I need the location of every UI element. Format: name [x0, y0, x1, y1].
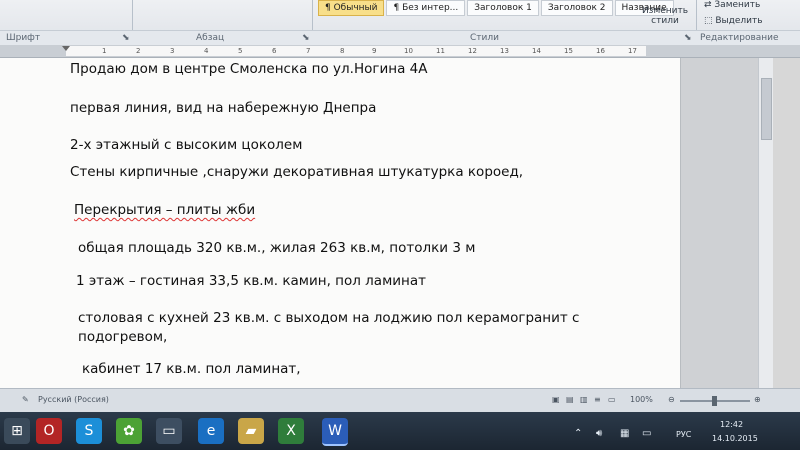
change-styles-label: Изменить стили: [641, 6, 689, 26]
style-heading-2[interactable]: Заголовок 2: [540, 0, 613, 16]
ruler-tick: 8: [340, 47, 345, 55]
file-explorer-icon[interactable]: ▰: [238, 418, 264, 444]
opera-browser-icon[interactable]: O: [36, 418, 62, 444]
style-no-spacing[interactable]: ¶ Без интер...: [386, 0, 466, 16]
volume-icon[interactable]: 🔊︎: [596, 428, 602, 439]
spellcheck-icon[interactable]: ✎: [22, 395, 29, 404]
word-icon[interactable]: W: [322, 418, 348, 446]
ruler-text-area: 1 2 3 4 5 6 7 8 9 10 11 12 13 14 15 16 1…: [62, 46, 646, 56]
replace-label: Заменить: [714, 0, 761, 10]
group-paragraph-label: Абзац: [196, 33, 225, 43]
doc-line: первая линия, вид на набережную Днепра: [70, 100, 376, 116]
vertical-scrollbar[interactable]: [758, 58, 773, 388]
doc-line: общая площадь 320 кв.м., жилая 263 кв.м,…: [78, 240, 475, 256]
select-icon: ⬚: [704, 16, 716, 26]
ruler-tick: 5: [238, 47, 243, 55]
doc-text: Стены кирпичные ,снаружи декоративная шт…: [70, 164, 524, 180]
ruler-tick: 11: [436, 47, 445, 55]
separator: [696, 0, 697, 30]
doc-text: Продаю дом в центре Смоленска по ул.Ноги…: [70, 61, 428, 77]
ruler-tick: 4: [204, 47, 209, 55]
doc-text: столовая с кухней 23 кв.м. с выходом на …: [78, 310, 580, 326]
doc-text: кабинет 17 кв.м. пол ламинат,: [82, 361, 301, 377]
doc-line: 1 этаж – гостиная 33,5 кв.м. камин, пол …: [76, 273, 426, 289]
doc-line: 2-х этажный с высоким цоколем: [70, 137, 302, 153]
clock-date[interactable]: 14.10.2015: [712, 434, 758, 443]
icq-icon[interactable]: ✿: [116, 418, 142, 444]
ruler-tick: 7: [306, 47, 311, 55]
ribbon-group-labels: Шрифт ⬊ Абзац ⬊ Стили ⬊ Редактирование: [0, 30, 800, 46]
replace-icon: ⇄: [704, 0, 715, 10]
group-font-label: Шрифт: [6, 33, 41, 43]
doc-line-title: Продаю дом в центре Смоленска по ул.Ноги…: [70, 61, 427, 77]
document-page[interactable]: Продаю дом в центре Смоленска по ул.Ноги…: [0, 58, 681, 388]
taskbar: ⊞ O S ✿ ▭ e ▰ X W ⌃ 🔊︎ ▦ ▭ РУС 12:42 14.…: [0, 412, 800, 450]
ruler-tick: 6: [272, 47, 277, 55]
start-button-icon[interactable]: ⊞: [4, 418, 30, 444]
battery-icon[interactable]: ▭: [642, 428, 651, 439]
doc-text: 1 этаж – гостиная 33,5 кв.м. камин, пол …: [76, 273, 426, 289]
group-editing-label: Редактирование: [700, 33, 779, 43]
document-area: Продаю дом в центре Смоленска по ул.Ноги…: [0, 58, 770, 388]
view-draft-icon[interactable]: ▭: [608, 395, 616, 404]
quick-styles-gallery: ¶ Обычный ¶ Без интер... Заголовок 1 Заг…: [318, 0, 674, 16]
ruler-tick: 12: [468, 47, 477, 55]
select-button[interactable]: ⬚ Выделить: [704, 16, 794, 26]
replace-button[interactable]: ⇄ Заменить: [704, 0, 794, 10]
view-print-layout-icon[interactable]: ▣: [552, 395, 560, 404]
ruler-tick: 15: [564, 47, 573, 55]
doc-text: общая площадь 320 кв.м., жилая 263 кв.м,…: [78, 240, 476, 256]
view-fullscreen-icon[interactable]: ▤: [566, 395, 574, 404]
doc-text: Перекрытия – плиты жби: [74, 202, 256, 218]
scrollbar-thumb[interactable]: [761, 78, 772, 140]
separator: [132, 0, 133, 30]
doc-text: первая линия, вид на набережную Днепра: [70, 100, 377, 116]
doc-line: кабинет 17 кв.м. пол ламинат,: [82, 361, 301, 377]
style-heading-1[interactable]: Заголовок 1: [467, 0, 539, 16]
separator: [312, 0, 313, 30]
select-label: Выделить: [715, 16, 763, 26]
zoom-in-icon[interactable]: ⊕: [754, 395, 761, 404]
doc-line: столовая с кухней 23 кв.м. с выходом на …: [78, 310, 579, 326]
zoom-slider-knob[interactable]: [712, 396, 717, 406]
style-normal[interactable]: ¶ Обычный: [318, 0, 385, 16]
ruler-tick: 17: [628, 47, 637, 55]
group-styles-label: Стили: [470, 33, 499, 43]
ribbon: ¶ Обычный ¶ Без интер... Заголовок 1 Заг…: [0, 0, 800, 46]
edge-browser-icon[interactable]: e: [198, 418, 224, 444]
ruler-tick: 14: [532, 47, 541, 55]
view-web-icon[interactable]: ▥: [580, 395, 588, 404]
ruler-tick: 9: [372, 47, 377, 55]
ruler-tick: 13: [500, 47, 509, 55]
zoom-out-icon[interactable]: ⊖: [668, 395, 675, 404]
tray-arrow-icon[interactable]: ⌃: [574, 428, 582, 439]
excel-icon[interactable]: X: [278, 418, 304, 444]
doc-text: 2-х этажный с высоким цоколем: [70, 137, 303, 153]
clock-time[interactable]: 12:42: [720, 420, 743, 429]
horizontal-ruler[interactable]: 1 2 3 4 5 6 7 8 9 10 11 12 13 14 15 16 1…: [0, 45, 800, 58]
ruler-tick: 3: [170, 47, 175, 55]
task-view-icon[interactable]: ▭: [156, 418, 182, 444]
dialog-launcher-icon[interactable]: ⬊: [684, 33, 692, 43]
dialog-launcher-icon[interactable]: ⬊: [302, 33, 310, 43]
change-styles-button[interactable]: Изменить стили: [640, 6, 690, 26]
view-outline-icon[interactable]: ≡: [594, 395, 601, 404]
status-bar: ✎ Русский (Россия) ▣ ▤ ▥ ≡ ▭ 100% ⊖ ⊕: [0, 388, 800, 413]
ruler-tick: 1: [102, 47, 107, 55]
zoom-level[interactable]: 100%: [630, 395, 653, 404]
dialog-launcher-icon[interactable]: ⬊: [122, 33, 130, 43]
ruler-tick: 10: [404, 47, 413, 55]
input-language[interactable]: РУС: [676, 430, 691, 439]
doc-line: подогревом,: [78, 329, 167, 345]
skype-icon[interactable]: S: [76, 418, 102, 444]
language-status[interactable]: Русский (Россия): [38, 395, 109, 404]
zoom-slider[interactable]: [680, 396, 750, 406]
doc-line: Стены кирпичные ,снаружи декоративная шт…: [70, 164, 523, 180]
ruler-tick: 16: [596, 47, 605, 55]
doc-text: подогревом,: [78, 329, 168, 345]
network-icon[interactable]: ▦: [620, 428, 629, 439]
ruler-tick: 2: [136, 47, 141, 55]
doc-line: Перекрытия – плиты жби: [74, 202, 255, 218]
indent-marker-icon[interactable]: [62, 46, 70, 51]
